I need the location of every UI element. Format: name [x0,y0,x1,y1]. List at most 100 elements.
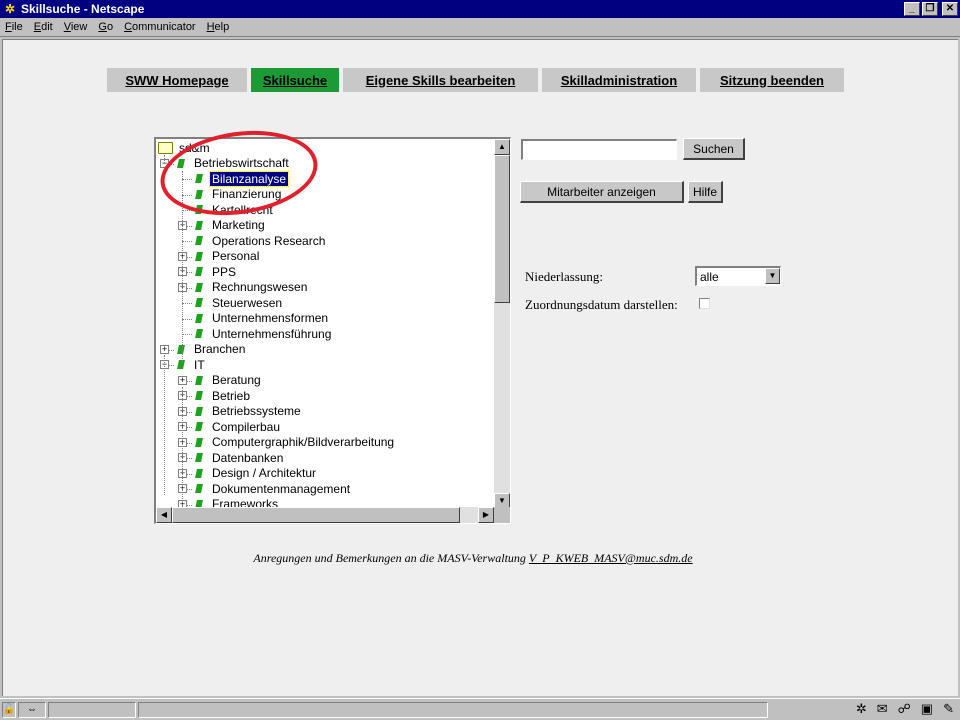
skill-tree[interactable]: sd&m − Betriebswirtschaft Bilanzanalyse Fina… [154,137,511,524]
skill-leaf-icon [177,360,185,370]
tab-sitzung-beenden[interactable]: Sitzung beenden [700,68,844,92]
page-content: SWW Homepage Skillsuche Eigene Skills be… [2,39,958,696]
show-employees-button[interactable]: Mitarbeiter anzeigen [520,181,684,203]
tree-node[interactable]: Bilanzanalyse [195,170,290,187]
menu-bar: File Edit View Go Communicator Help [0,18,960,37]
tree-node[interactable]: Kartellrecht [195,202,275,218]
mailbox-icon[interactable]: ✉ [877,701,888,717]
niederlassung-select[interactable]: alle ▼ [695,266,781,286]
chevron-down-icon[interactable]: ▼ [765,268,780,284]
minimize-button[interactable]: _ [904,2,920,16]
horizontal-scroll-thumb[interactable] [172,507,460,523]
tree-node[interactable]: Datenbanken [195,450,285,466]
composer-icon[interactable]: ✎ [943,701,954,717]
tree-connector [182,334,192,335]
tree-connector [182,194,192,196]
tree-node-label: IT [194,357,205,372]
footer-text: Anregungen und Bemerkungen an die MASV-V… [253,551,526,565]
close-button[interactable]: ✕ [942,2,958,16]
top-navigation: SWW Homepage Skillsuche Eigene Skills be… [107,68,848,92]
tree-node[interactable]: Steuerwesen [195,295,284,311]
tree-node-label: Personal [212,249,260,264]
tree-node[interactable]: PPS [195,264,238,280]
window-controls: _ ❐ ✕ [904,2,958,16]
tree-node[interactable]: Marketing [195,218,267,234]
tree-node[interactable]: Operations Research [195,233,327,249]
tree-node[interactable]: sd&m [158,140,212,156]
zuordnungsdatum-checkbox[interactable] [699,298,710,309]
skill-leaf-icon [195,298,203,308]
folder-icon [158,141,173,154]
skill-leaf-icon [195,422,203,432]
tree-node-label: Betriebssysteme [212,404,301,419]
tree-node[interactable]: Design / Architektur [195,466,318,482]
tree-node[interactable]: Dokumentenmanagement [195,481,352,497]
tree-node[interactable]: Finanzierung [195,187,283,203]
tree-node[interactable]: Branchen [177,342,247,358]
menu-go[interactable]: Go [98,21,113,33]
window-titlebar: ✲ Skillsuche - Netscape _ ❐ ✕ [0,0,960,18]
tree-connector [182,241,192,242]
window-title: Skillsuche - Netscape [21,2,145,16]
status-message [138,701,768,718]
tree-node[interactable]: Unternehmensführung [195,326,333,342]
security-lock-icon[interactable]: 🔓 [2,701,16,718]
tab-skillsuche[interactable]: Skillsuche [251,68,339,92]
skill-leaf-icon [195,468,203,478]
navigator-icon[interactable]: ✲ [856,701,867,717]
skill-leaf-icon [195,236,203,246]
tree-node-label: Compilerbau [212,419,281,434]
tree-node-label: Finanzierung [212,187,282,202]
tree-node[interactable]: Betriebssysteme [195,404,303,420]
menu-edit[interactable]: Edit [34,21,53,33]
tree-vertical-scrollbar[interactable]: ▲ ▼ [494,139,510,509]
maximize-button[interactable]: ❐ [922,2,938,16]
footer-email-link[interactable]: V_P_KWEB_MASV@muc.sdm.de [529,551,693,565]
tree-connector [182,210,192,211]
skill-leaf-icon [195,282,203,292]
tree-node-label: Datenbanken [212,450,284,465]
search-input[interactable] [521,139,677,160]
scroll-right-arrow-icon[interactable]: ▶ [478,507,494,523]
menu-communicator[interactable]: Communicator [124,21,196,33]
tree-node-label: Unternehmensführung [212,326,332,341]
tree-node-label: Operations Research [212,233,326,248]
tree-node[interactable]: Betrieb [195,388,252,404]
tree-node[interactable]: Unternehmensformen [195,311,330,327]
vertical-scroll-thumb[interactable] [494,155,510,303]
address-book-icon[interactable]: ▣ [921,701,933,717]
tree-node[interactable]: Personal [195,249,261,265]
help-button[interactable]: Hilfe [688,181,723,203]
tree-node-label: Unternehmensformen [212,311,329,326]
tree-node-label: Dokumentenmanagement [212,481,351,496]
menu-help[interactable]: Help [207,21,230,33]
skill-leaf-icon [195,251,203,261]
menu-file[interactable]: File [5,21,23,33]
tab-sww-homepage[interactable]: SWW Homepage [107,68,247,92]
search-button[interactable]: Suchen [683,138,745,160]
tree-guide-line [182,171,183,363]
skill-leaf-icon [195,453,203,463]
scroll-up-arrow-icon[interactable]: ▲ [494,139,510,155]
expand-node-icon[interactable]: + [178,375,187,385]
tab-skilladministration[interactable]: Skilladministration [542,68,696,92]
skill-leaf-icon [195,267,203,277]
skill-leaf-icon [195,437,203,447]
skill-leaf-icon [195,329,203,339]
menu-view[interactable]: View [64,21,88,33]
skill-leaf-icon [195,484,203,494]
tree-node-label: Bilanzanalyse [208,170,290,187]
tree-node[interactable]: Compilerbau [195,419,282,435]
expand-node-icon[interactable]: + [160,344,169,354]
tree-node[interactable]: Rechnungswesen [195,280,309,296]
tab-eigene-skills-bearbeiten[interactable]: Eigene Skills bearbeiten [343,68,538,92]
tree-node-label: PPS [212,264,237,279]
tree-node-label: Design / Architektur [212,466,317,481]
tree-node[interactable]: Computergraphik/Bildverarbeitung [195,435,396,451]
tree-node[interactable]: Beratung [195,373,263,389]
tree-node[interactable]: Betriebswirtschaft [177,156,291,172]
tree-horizontal-scrollbar[interactable]: ◀ ▶ [156,507,494,523]
scroll-left-arrow-icon[interactable]: ◀ [156,507,172,523]
discussion-groups-icon[interactable]: ☍ [898,701,911,717]
status-bar: 🔓 ⇔ ✲ ✉ ☍ ▣ ✎ [0,698,960,720]
